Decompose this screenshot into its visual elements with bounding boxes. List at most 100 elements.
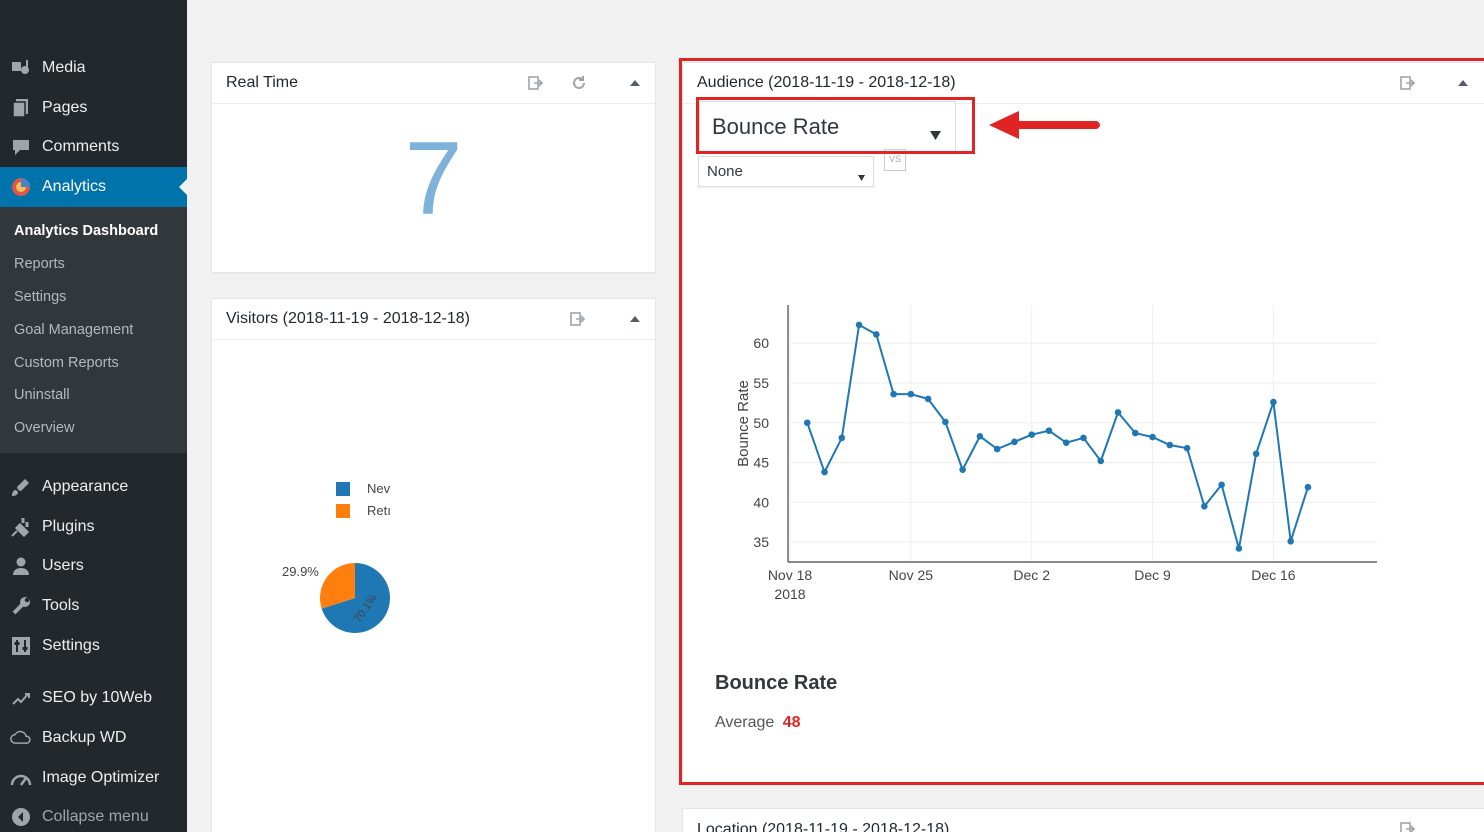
pages-icon: [10, 98, 32, 118]
data-point: [1287, 538, 1294, 545]
summary-title: Bounce Rate: [715, 672, 838, 694]
collapse-panel-icon[interactable]: [1455, 75, 1471, 91]
sidebar-item-label: Settings: [42, 637, 100, 654]
sidebar-item-seo-by-10web[interactable]: SEO by 10Web: [0, 678, 187, 718]
x-tick-sublabel: 2018: [774, 586, 805, 602]
data-point: [1201, 503, 1208, 510]
data-point: [1183, 444, 1191, 452]
submenu-item-goal-management[interactable]: Goal Management: [14, 322, 133, 338]
data-point: [1028, 431, 1036, 438]
y-tick-label: 60: [753, 335, 769, 351]
dropdown-arrow-icon: [858, 168, 865, 185]
y-tick-label: 55: [753, 375, 769, 391]
sidebar-item-label: Plugins: [42, 518, 95, 535]
data-point: [1131, 429, 1139, 437]
sidebar-item-media[interactable]: Media: [0, 48, 187, 88]
collapse-panel-icon[interactable]: [627, 311, 643, 327]
cloud-icon: [10, 728, 32, 748]
compare-select-value: None: [707, 163, 743, 180]
submenu-item-uninstall[interactable]: Uninstall: [14, 387, 70, 403]
sidebar-item-comments[interactable]: Comments: [0, 127, 187, 167]
sidebar-item-analytics[interactable]: Analytics: [0, 167, 187, 207]
compare-select[interactable]: None: [698, 156, 874, 187]
data-point: [993, 445, 1001, 453]
tools-icon: [10, 596, 32, 616]
sidebar-item-backup-wd[interactable]: Backup WD: [0, 718, 187, 758]
sidebar-item-label: Tools: [42, 597, 80, 614]
submenu-item-analytics-dashboard[interactable]: Analytics Dashboard: [14, 223, 158, 239]
analytics-icon: [10, 177, 32, 197]
comments-icon: [10, 137, 32, 157]
sidebar-item-label: Users: [42, 557, 84, 574]
submenu-item-overview[interactable]: Overview: [14, 420, 74, 436]
legend-swatch: [336, 503, 350, 518]
realtime-panel-header: Real Time: [212, 63, 655, 104]
collapse-icon: [10, 807, 32, 827]
legend-swatch: [336, 481, 350, 496]
legend-item-returning: Retı: [336, 503, 391, 518]
y-tick-label: 45: [753, 455, 769, 471]
data-point: [1080, 434, 1087, 442]
sidebar-item-pages[interactable]: Pages: [0, 88, 187, 128]
sidebar-item-tools[interactable]: Tools: [0, 586, 187, 626]
sidebar-item-label: Media: [42, 59, 86, 76]
data-point: [873, 331, 880, 338]
refresh-icon[interactable]: [571, 75, 587, 91]
settings-icon: [10, 636, 32, 656]
x-tick-label: Dec 16: [1251, 567, 1296, 583]
data-point: [1149, 433, 1156, 441]
sidebar-item-label: Collapse menu: [42, 808, 149, 825]
export-icon[interactable]: [570, 311, 586, 327]
data-point: [855, 321, 863, 329]
visitors-panel: Visitors (2018-11-19 - 2018-12-18) Nev R…: [211, 298, 656, 832]
sidebar-item-users[interactable]: Users: [0, 546, 187, 586]
data-point: [924, 395, 932, 403]
export-icon[interactable]: [528, 75, 544, 91]
gauge-icon: [10, 768, 32, 788]
export-icon[interactable]: [1400, 75, 1416, 91]
data-point: [1270, 398, 1277, 406]
metric-highlight-box: [696, 97, 975, 154]
submenu-item-custom-reports[interactable]: Custom Reports: [14, 355, 119, 371]
data-point: [1062, 439, 1070, 446]
pointer-arrow-icon: [989, 111, 1100, 139]
data-point: [942, 418, 949, 426]
sidebar-item-label: Analytics: [42, 178, 107, 195]
sidebar-item-label: Appearance: [42, 478, 129, 495]
average-value: 48: [782, 714, 801, 731]
data-point: [976, 432, 984, 440]
data-point: [1097, 457, 1105, 465]
sidebar-item-label: Image Optimizer: [42, 769, 160, 786]
data-point: [838, 434, 846, 442]
sidebar-item-image-optimizer[interactable]: Image Optimizer: [0, 758, 187, 798]
average-label: Average: [715, 714, 775, 731]
visitors-panel-header: Visitors (2018-11-19 - 2018-12-18): [212, 299, 655, 340]
plugins-icon: [10, 517, 32, 537]
legend-label: Retı: [367, 503, 391, 518]
audience-panel: Audience (2018-11-19 - 2018-12-18) Bounc…: [682, 62, 1484, 784]
sidebar-item-plugins[interactable]: Plugins: [0, 507, 187, 547]
y-tick-label: 50: [753, 415, 769, 431]
sidebar-item-label: Comments: [42, 138, 120, 155]
data-point: [1252, 450, 1260, 458]
submenu-item-settings[interactable]: Settings: [14, 289, 66, 305]
x-tick-label: Nov 18: [768, 567, 813, 583]
sidebar-item-appearance[interactable]: Appearance: [0, 467, 187, 507]
data-point: [1218, 481, 1225, 489]
data-point: [890, 390, 897, 398]
submenu-item-reports[interactable]: Reports: [14, 256, 65, 272]
visitors-pie-chart: 70.1%29.9%: [282, 563, 390, 633]
sidebar-item-collapse-menu[interactable]: Collapse menu: [0, 797, 187, 832]
collapse-panel-icon[interactable]: [627, 75, 643, 91]
sidebar-item-label: Backup WD: [42, 729, 127, 746]
location-panel-header: Location (2018-11-19 - 2018-12-18): [683, 809, 1484, 832]
sidebar-item-settings[interactable]: Settings: [0, 626, 187, 666]
data-point: [1304, 483, 1312, 491]
appearance-icon: [10, 477, 32, 497]
admin-sidebar: Media Pages Comments Analytics Appearance Plu…: [0, 0, 187, 832]
legend-item-new: Nev: [336, 481, 390, 496]
bounce-rate-line-chart: 35 40 45 50 55 60 Nov 18 2018 Nov 25 Dec 2 Dec 9 De…: [735, 305, 1377, 602]
data-point: [1166, 441, 1174, 449]
export-icon[interactable]: [1400, 821, 1416, 832]
data-point: [1235, 545, 1243, 552]
